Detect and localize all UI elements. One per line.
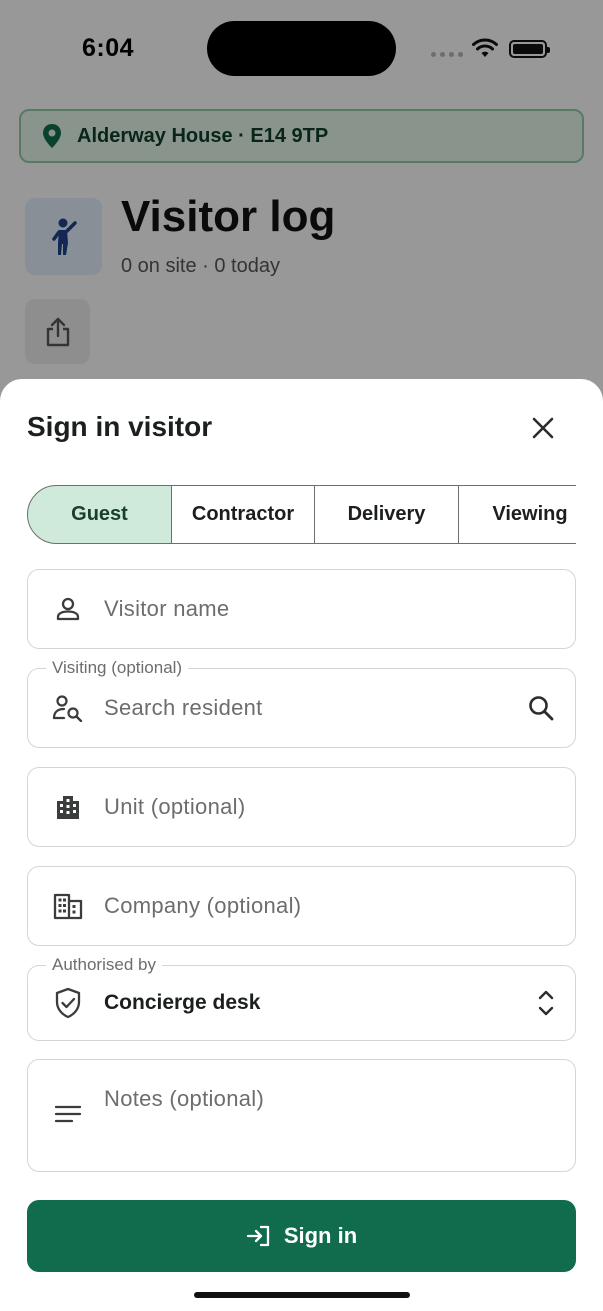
unit-field[interactable]: Unit (optional) <box>27 767 576 847</box>
tab-label: Guest <box>71 503 128 525</box>
search-icon <box>529 696 554 721</box>
sheet-title: Sign in visitor <box>27 411 213 442</box>
sign-in-button[interactable]: Sign in <box>27 1200 576 1272</box>
tab-delivery[interactable]: Delivery <box>314 485 459 544</box>
close-icon <box>532 417 554 439</box>
authorised-by-select[interactable]: Authorised by Concierge desk <box>27 955 576 1041</box>
tab-label: Viewing <box>492 503 568 525</box>
search-button[interactable] <box>527 694 555 722</box>
authorised-by-label: Authorised by <box>46 955 162 975</box>
notes-placeholder: Notes (optional) <box>104 1086 265 1111</box>
notes-lines-icon <box>32 1104 104 1124</box>
tab-label: Delivery <box>347 503 426 525</box>
home-indicator[interactable] <box>194 1292 410 1298</box>
search-resident-placeholder: Search resident <box>104 695 263 720</box>
person-icon <box>32 596 104 622</box>
login-arrow-icon <box>246 1225 269 1247</box>
tab-guest[interactable]: Guest <box>27 485 172 544</box>
visiting-label: Visiting (optional) <box>46 658 189 678</box>
close-button[interactable] <box>524 409 562 447</box>
sign-in-label: Sign in <box>283 1223 358 1248</box>
visitor-name-field[interactable]: Visitor name <box>27 569 576 649</box>
tab-contractor[interactable]: Contractor <box>170 485 316 544</box>
visitor-name-placeholder: Visitor name <box>104 596 230 621</box>
chevron-up-down-icon <box>537 988 555 1018</box>
visiting-search-field[interactable]: Visiting (optional) Search resident <box>27 658 576 748</box>
company-field[interactable]: Company (optional) <box>27 866 576 946</box>
unit-placeholder: Unit (optional) <box>104 794 246 819</box>
sign-in-visitor-sheet: Sign in visitor Guest Contractor Deliver… <box>0 379 603 1311</box>
visitor-type-segments: Guest Contractor Delivery Viewing <box>27 485 576 544</box>
company-placeholder: Company (optional) <box>104 893 302 918</box>
notes-field[interactable]: Notes (optional) <box>27 1059 576 1172</box>
tab-label: Contractor <box>191 503 295 525</box>
person-search-icon <box>32 694 104 722</box>
authorised-by-value: Concierge desk <box>104 991 261 1014</box>
apartment-icon <box>32 793 104 821</box>
tab-viewing[interactable]: Viewing <box>457 485 576 544</box>
office-building-icon <box>32 892 104 920</box>
shield-check-icon <box>32 987 104 1019</box>
